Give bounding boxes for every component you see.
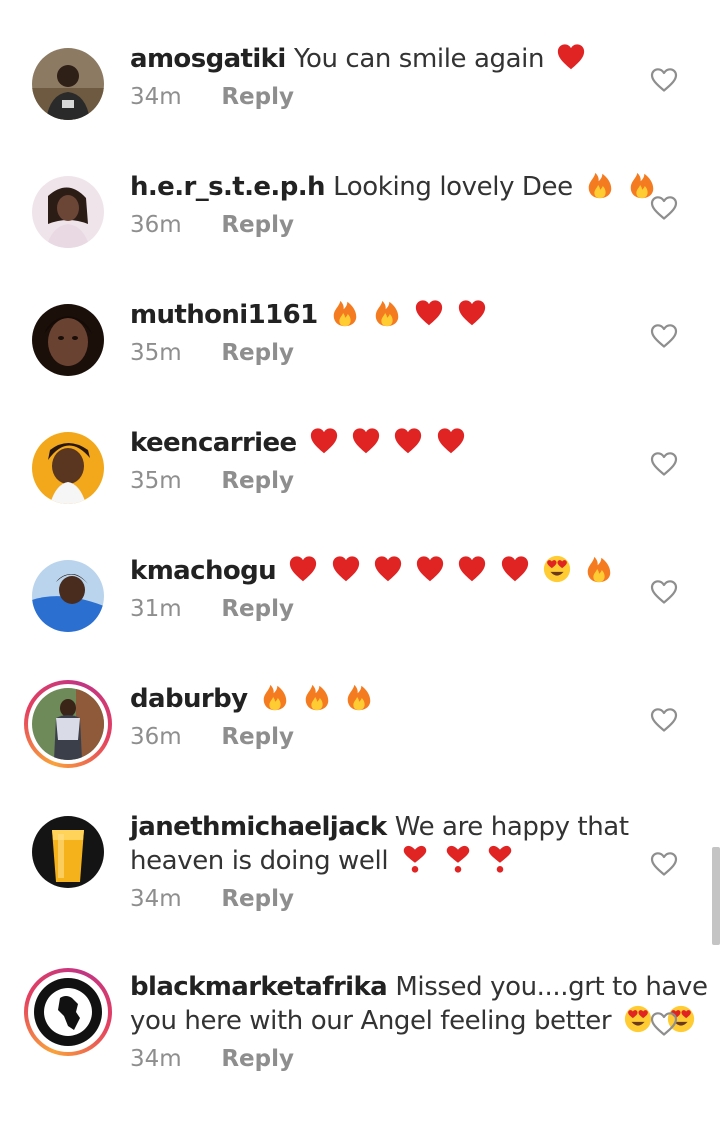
fire-icon xyxy=(302,682,332,712)
avatar[interactable] xyxy=(32,432,104,504)
reply-button[interactable]: Reply xyxy=(221,84,294,110)
reply-button[interactable]: Reply xyxy=(221,724,294,750)
comment-username[interactable]: h.e.r_s.t.e.p.h xyxy=(130,172,325,202)
heart-outline-icon[interactable] xyxy=(650,323,678,349)
comment-time: 35m xyxy=(130,340,182,366)
comment-time: 34m xyxy=(130,886,182,912)
comment-item: amosgatiki You can smile again 34m Reply xyxy=(0,0,720,128)
comment-text: You can smile again xyxy=(293,44,545,74)
exclamation-heart-icon xyxy=(485,844,515,874)
comment-item: keencarriee 35m Reply xyxy=(0,384,720,512)
reply-button[interactable]: Reply xyxy=(221,468,294,494)
avatar[interactable] xyxy=(32,176,104,248)
avatar[interactable] xyxy=(32,304,104,376)
avatar[interactable] xyxy=(32,48,104,120)
heart-outline-icon[interactable] xyxy=(650,851,678,877)
heart-outline-icon[interactable] xyxy=(650,67,678,93)
comment-text: Missed you....grt to have xyxy=(395,972,708,1002)
avatar xyxy=(28,972,108,1052)
comment-username[interactable]: muthoni1161 xyxy=(130,300,318,330)
heart-outline-icon[interactable] xyxy=(650,579,678,605)
comment-time: 36m xyxy=(130,724,182,750)
red-heart-icon xyxy=(500,554,530,584)
exclamation-heart-icon xyxy=(443,844,473,874)
fire-icon xyxy=(330,298,360,328)
comment-username[interactable]: blackmarketafrika xyxy=(130,972,388,1002)
red-heart-icon xyxy=(351,426,381,456)
comment-text: We are happy that xyxy=(394,812,629,842)
heart-outline-icon[interactable] xyxy=(650,451,678,477)
comment-text-continued: you here with our Angel feeling better xyxy=(130,1006,612,1036)
comment-item: daburby 36m Reply xyxy=(0,640,720,768)
red-heart-icon xyxy=(556,42,586,72)
comment-item: h.e.r_s.t.e.p.h Looking lovely Dee 36m R… xyxy=(0,128,720,256)
comment-text: Looking lovely Dee xyxy=(333,172,573,202)
comment-username[interactable]: janethmichaeljack xyxy=(130,812,387,842)
reply-button[interactable]: Reply xyxy=(221,596,294,622)
fire-icon xyxy=(585,170,615,200)
red-heart-icon xyxy=(288,554,318,584)
exclamation-heart-icon xyxy=(400,844,430,874)
comment-username[interactable]: kmachogu xyxy=(130,556,277,586)
comment-username[interactable]: daburby xyxy=(130,684,248,714)
red-heart-icon xyxy=(436,426,466,456)
reply-button[interactable]: Reply xyxy=(221,886,294,912)
comment-time: 35m xyxy=(130,468,182,494)
fire-icon xyxy=(372,298,402,328)
reply-button[interactable]: Reply xyxy=(221,1046,294,1072)
comment-username[interactable]: amosgatiki xyxy=(130,44,286,74)
comment-username[interactable]: keencarriee xyxy=(130,428,297,458)
avatar[interactable] xyxy=(32,560,104,632)
scrollbar[interactable] xyxy=(712,847,720,945)
comment-item: muthoni1161 35m Reply xyxy=(0,256,720,384)
red-heart-icon xyxy=(393,426,423,456)
comment-item: kmachogu 31m Reply xyxy=(0,512,720,640)
fire-icon xyxy=(344,682,374,712)
fire-icon xyxy=(260,682,290,712)
reply-button[interactable]: Reply xyxy=(221,212,294,238)
red-heart-icon xyxy=(414,298,444,328)
comment-text-continued: heaven is doing well xyxy=(130,846,389,876)
red-heart-icon xyxy=(309,426,339,456)
heart-outline-icon[interactable] xyxy=(650,1011,678,1037)
heart-eyes-icon xyxy=(542,554,572,584)
reply-button[interactable]: Reply xyxy=(221,340,294,366)
red-heart-icon xyxy=(415,554,445,584)
comment-time: 34m xyxy=(130,84,182,110)
comment-time: 36m xyxy=(130,212,182,238)
comment-item: blackmarketafrika Missed you....grt to h… xyxy=(0,928,720,1088)
fire-icon xyxy=(584,554,614,584)
comment-time: 31m xyxy=(130,596,182,622)
heart-outline-icon[interactable] xyxy=(650,707,678,733)
avatar-story-ring[interactable] xyxy=(24,968,112,1056)
avatar xyxy=(28,684,108,764)
comment-time: 34m xyxy=(130,1046,182,1072)
red-heart-icon xyxy=(457,298,487,328)
comment-list: amosgatiki You can smile again 34m Reply xyxy=(0,0,720,1088)
red-heart-icon xyxy=(457,554,487,584)
red-heart-icon xyxy=(373,554,403,584)
red-heart-icon xyxy=(331,554,361,584)
avatar[interactable] xyxy=(32,816,104,888)
comment-item: janethmichaeljack We are happy that heav… xyxy=(0,768,720,928)
heart-eyes-icon xyxy=(623,1004,653,1034)
avatar-story-ring[interactable] xyxy=(24,680,112,768)
heart-outline-icon[interactable] xyxy=(650,195,678,221)
